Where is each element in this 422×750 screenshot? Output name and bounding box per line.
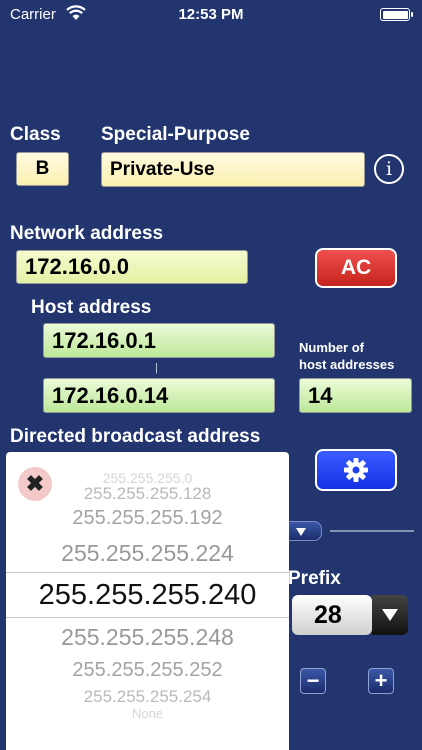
prefix-increment-button[interactable]: + (368, 668, 394, 694)
ac-button[interactable]: AC (315, 248, 397, 288)
mask-slider-track[interactable] (330, 530, 414, 532)
status-bar: Carrier 12:53 PM (0, 0, 422, 30)
picker-option[interactable]: 255.255.255.252 (6, 659, 289, 682)
chevron-down-icon (296, 528, 306, 536)
subnet-mask-picker[interactable]: 255.255.255.0 255.255.255.128 255.255.25… (6, 452, 289, 750)
prefix-decrement-button[interactable]: − (300, 668, 326, 694)
chevron-down-icon (382, 609, 398, 621)
network-address-field[interactable]: 172.16.0.0 (16, 250, 248, 284)
number-of-hosts-label: Number of host addresses (299, 340, 395, 372)
picker-selected-option[interactable]: 255.255.255.240 (6, 579, 289, 612)
clock: 12:53 PM (178, 6, 244, 23)
class-label: Class (10, 124, 61, 145)
number-of-hosts-field: 14 (299, 378, 412, 413)
battery-icon (380, 8, 413, 21)
directed-broadcast-label: Directed broadcast address (10, 426, 261, 447)
picker-option[interactable]: 255.255.255.254 (6, 687, 289, 707)
picker-option[interactable]: 255.255.255.192 (6, 507, 289, 530)
special-purpose-label: Special-Purpose (101, 124, 250, 145)
class-field[interactable]: B (16, 152, 69, 186)
prefix-field[interactable]: 28 (292, 595, 372, 635)
host-range-separator: | (155, 362, 158, 374)
picker-selection-line-top (6, 572, 289, 573)
settings-button[interactable] (315, 449, 397, 491)
network-address-label: Network address (10, 223, 164, 244)
picker-option[interactable]: 255.255.255.248 (6, 624, 289, 651)
prefix-label: Prefix (288, 568, 341, 589)
picker-option[interactable]: 255.255.255.224 (6, 540, 289, 567)
picker-option[interactable]: None (6, 706, 289, 721)
close-picker-button[interactable]: ✖ (18, 467, 52, 501)
host-first-field[interactable]: 172.16.0.1 (43, 323, 275, 358)
close-icon: ✖ (25, 471, 45, 496)
info-icon[interactable]: i (374, 154, 404, 184)
gear-icon (344, 458, 368, 482)
special-purpose-field: Private-Use (101, 152, 365, 187)
host-last-field[interactable]: 172.16.0.14 (43, 378, 275, 413)
picker-selection-line-bottom (6, 617, 289, 618)
prefix-dropdown-button[interactable] (372, 595, 408, 635)
host-address-label: Host address (31, 297, 152, 318)
